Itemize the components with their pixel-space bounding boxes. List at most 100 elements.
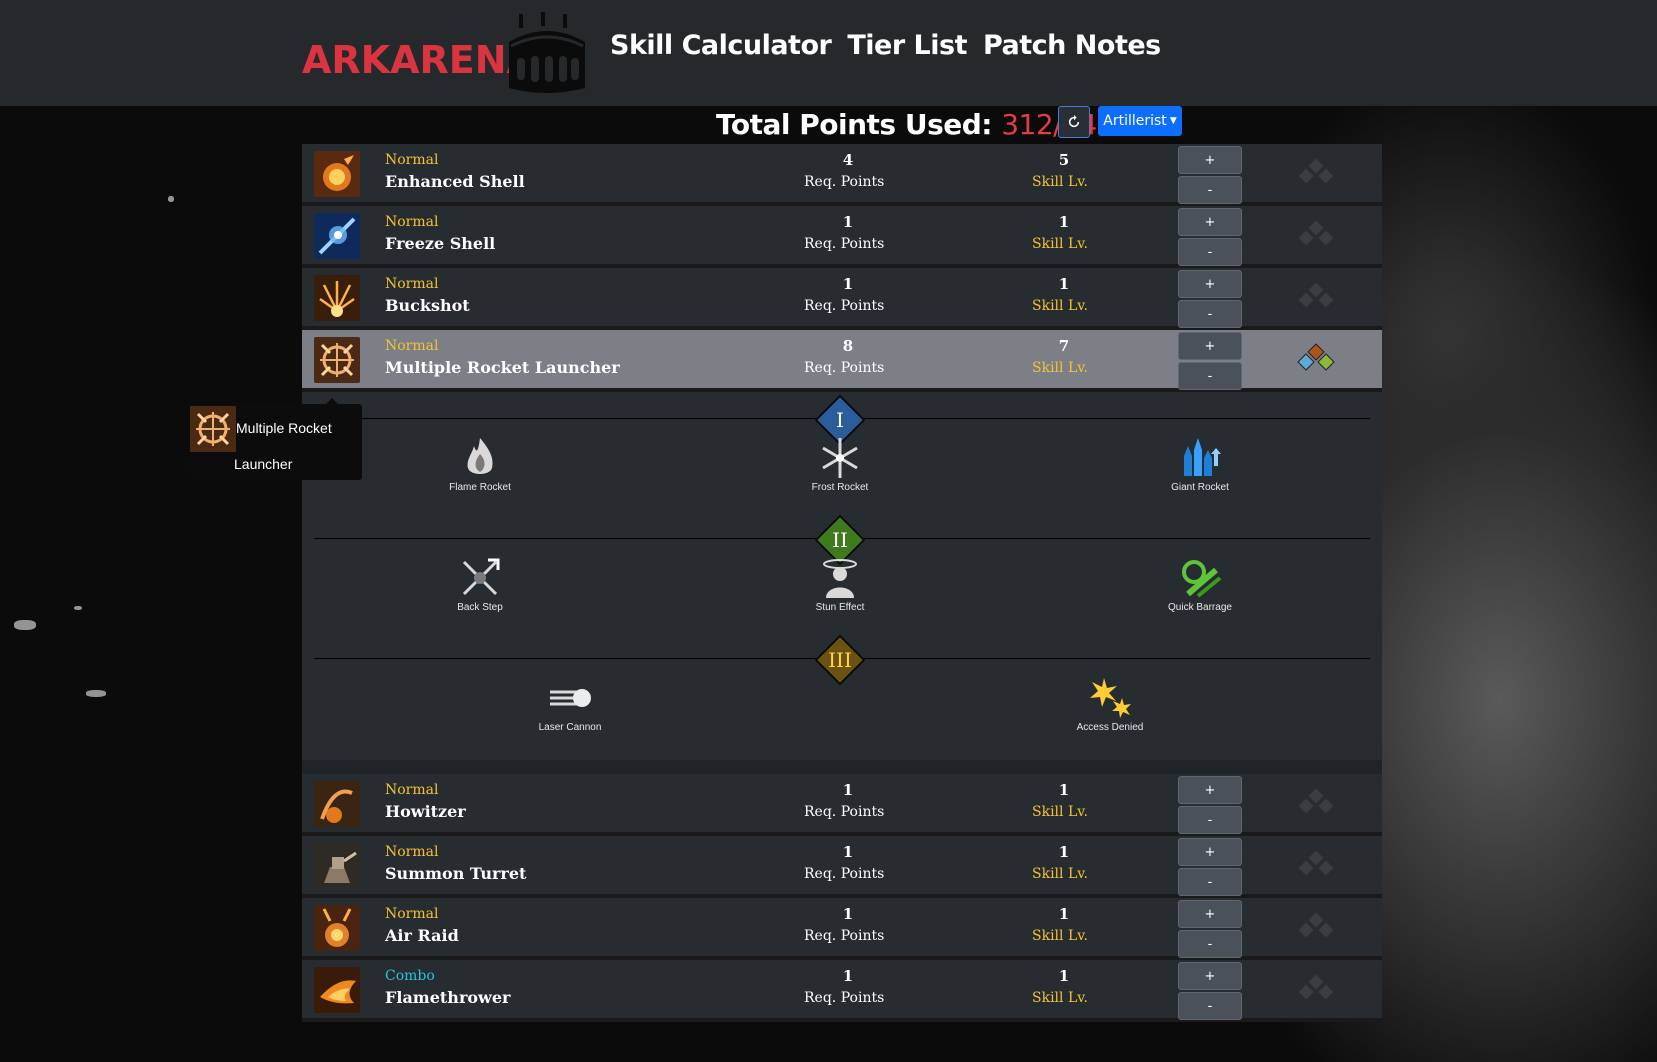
skill-name: Howitzer (385, 802, 466, 821)
skill-level-value: 1 (1058, 967, 1070, 985)
skill-level-label: Skill Lv. (1032, 174, 1088, 190)
skill-level-value: 1 (1058, 781, 1070, 799)
rocket-launcher-icon (190, 406, 236, 452)
skill-level-value: 5 (1058, 151, 1070, 169)
decrease-level-button[interactable]: - (1178, 930, 1242, 958)
air-raid-icon (314, 905, 360, 951)
skill-list: Normal Enhanced Shell 4 Req. Points 5 Sk… (302, 144, 1382, 1022)
background-debris (86, 690, 106, 697)
increase-level-button[interactable]: + (1178, 900, 1242, 928)
tripod-stun-effect[interactable]: Stun Effect (780, 556, 900, 613)
skill-name: Enhanced Shell (385, 172, 525, 191)
decrease-level-button[interactable]: - (1178, 176, 1242, 204)
increase-level-button[interactable]: + (1178, 208, 1242, 236)
tripod-toggle-icon[interactable] (1292, 848, 1340, 888)
background-debris (168, 196, 174, 202)
reset-icon (1068, 115, 1080, 128)
req-points-value: 1 (842, 967, 854, 985)
decrease-level-button[interactable]: - (1178, 868, 1242, 896)
tripod-giant-rocket[interactable]: Giant Rocket (1140, 436, 1260, 493)
howitzer-icon (314, 781, 360, 827)
ice-shell-icon (314, 213, 360, 259)
skill-level-label: Skill Lv. (1032, 928, 1088, 944)
access-denied-icon (1090, 678, 1131, 718)
turret-icon (314, 843, 360, 889)
tier-1-numeral: I (836, 408, 844, 432)
skill-type: Normal (385, 844, 439, 860)
skill-type: Normal (385, 276, 439, 292)
decrease-level-button[interactable]: - (1178, 992, 1242, 1020)
req-points-value: 1 (842, 275, 854, 293)
req-points-value: 1 (842, 905, 854, 923)
tooltip-title-line1: Multiple Rocket (236, 420, 332, 436)
laser-cannon-icon (550, 689, 591, 707)
skill-name: Freeze Shell (385, 234, 496, 253)
nav-patch-notes[interactable]: Patch Notes (983, 30, 1161, 61)
decrease-level-button[interactable]: - (1178, 806, 1242, 834)
tripod-toggle-icon[interactable] (1292, 910, 1340, 950)
back-step-icon (462, 558, 500, 596)
tripod-label: Laser Cannon (538, 722, 602, 733)
tripod-flame-rocket[interactable]: Flame Rocket (420, 436, 540, 493)
tripod-toggle-icon[interactable] (1292, 786, 1340, 826)
main-nav: Skill Calculator Tier List Patch Notes (610, 30, 1161, 61)
skill-row[interactable]: Normal Freeze Shell 1 Req. Points 1 Skil… (302, 206, 1382, 268)
tier-3-numeral: III (828, 648, 852, 672)
class-dropdown-button[interactable]: Artillerist ▼ (1098, 106, 1182, 136)
req-points-label: Req. Points (804, 298, 885, 314)
skill-row-selected[interactable]: Normal Multiple Rocket Launcher 8 Req. P… (302, 330, 1382, 392)
increase-level-button[interactable]: + (1178, 146, 1242, 174)
increase-level-button[interactable]: + (1178, 270, 1242, 298)
skill-type: Normal (385, 214, 439, 230)
skill-type: Normal (385, 338, 439, 354)
increase-level-button[interactable]: + (1178, 332, 1242, 360)
skill-row[interactable]: Normal Summon Turret 1 Req. Points 1 Ski… (302, 836, 1382, 898)
tripod-toggle-icon[interactable] (1292, 156, 1340, 196)
tripod-laser-cannon[interactable]: Laser Cannon (510, 676, 630, 733)
skill-name: Summon Turret (385, 864, 527, 883)
skill-row[interactable]: Normal Enhanced Shell 4 Req. Points 5 Sk… (302, 144, 1382, 206)
tooltip-title-line2: Launcher (234, 456, 293, 472)
giant-rocket-icon (1184, 438, 1221, 476)
skill-name: Multiple Rocket Launcher (385, 358, 620, 377)
tripod-frost-rocket[interactable]: Frost Rocket (780, 436, 900, 493)
tripod-toggle-icon[interactable] (1292, 280, 1340, 320)
skill-level-label: Skill Lv. (1032, 990, 1088, 1006)
tripod-quick-barrage[interactable]: Quick Barrage (1140, 556, 1260, 613)
tripod-label: Frost Rocket (811, 482, 869, 493)
skill-row[interactable]: Normal Howitzer 1 Req. Points 1 Skill Lv… (302, 774, 1382, 836)
brand-logo-text[interactable]: ARKARENA (302, 38, 536, 82)
decrease-level-button[interactable]: - (1178, 300, 1242, 328)
tripod-toggle-icon[interactable] (1292, 972, 1340, 1012)
skill-name: Buckshot (385, 296, 470, 315)
tripod-toggle-icon[interactable] (1292, 342, 1340, 382)
tripod-label: Giant Rocket (1171, 482, 1229, 493)
reset-button[interactable] (1058, 106, 1090, 138)
tripod-back-step[interactable]: Back Step (420, 556, 540, 613)
increase-level-button[interactable]: + (1178, 962, 1242, 990)
skill-row[interactable]: Normal Air Raid 1 Req. Points 1 Skill Lv… (302, 898, 1382, 960)
decrease-level-button[interactable]: - (1178, 238, 1242, 266)
decrease-level-button[interactable]: - (1178, 362, 1242, 390)
top-navbar: ARKARENA Skill Calculator Tier List Patc… (0, 0, 1657, 106)
explosion-icon (314, 151, 360, 197)
skill-name: Air Raid (385, 926, 459, 945)
buckshot-icon (314, 275, 360, 321)
increase-level-button[interactable]: + (1178, 838, 1242, 866)
nav-skill-calculator[interactable]: Skill Calculator (610, 30, 832, 61)
skill-level-value: 1 (1058, 275, 1070, 293)
tripod-toggle-icon[interactable] (1292, 218, 1340, 258)
total-points-label: Total Points Used: (716, 108, 992, 141)
skill-row[interactable]: Combo Flamethrower 1 Req. Points 1 Skill… (302, 960, 1382, 1022)
tripod-label: Stun Effect (815, 602, 865, 613)
increase-level-button[interactable]: + (1178, 776, 1242, 804)
skill-row[interactable]: Normal Buckshot 1 Req. Points 1 Skill Lv… (302, 268, 1382, 330)
req-points-value: 1 (842, 213, 854, 231)
req-points-value: 1 (842, 843, 854, 861)
nav-tier-list[interactable]: Tier List (847, 30, 967, 61)
tier-2-numeral: II (832, 528, 848, 552)
colosseum-logo-icon (509, 12, 585, 93)
tripod-panel: I Flame Rocket Frost Rocket Giant Rocket… (302, 392, 1382, 774)
tripod-access-denied[interactable]: Access Denied (1050, 676, 1170, 733)
skill-level-label: Skill Lv. (1032, 236, 1088, 252)
